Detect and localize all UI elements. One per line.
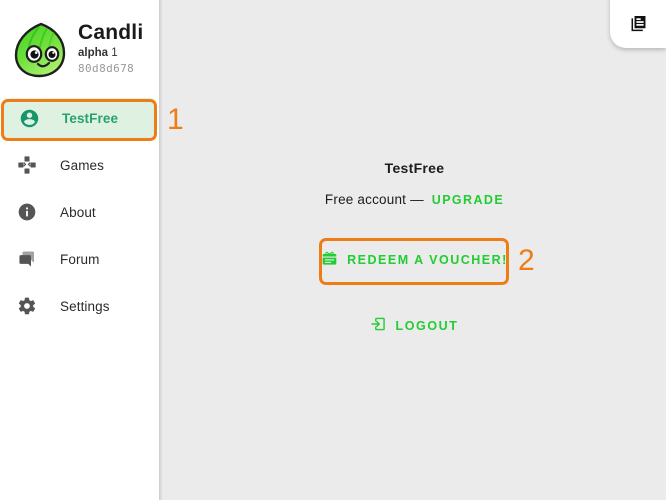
sidebar-item-label: About [60, 204, 96, 220]
account-type-row: Free account — UPGRADE [163, 192, 666, 207]
gamepad-dpad-icon [14, 155, 40, 175]
sidebar-item-about[interactable]: About [2, 192, 157, 232]
sidebar-item-games[interactable]: Games [2, 145, 157, 185]
library-button[interactable] [610, 0, 666, 48]
account-name: TestFree [384, 160, 445, 176]
version-channel: alpha [78, 46, 109, 59]
brand-header: Candli alpha 1 80d8d678 [0, 0, 159, 86]
sidebar-item-testfree[interactable]: TestFree [4, 98, 155, 138]
logout-button[interactable]: LOGOUT [360, 310, 468, 341]
logout-row: LOGOUT [163, 310, 666, 341]
sidebar: Candli alpha 1 80d8d678 TestFree Games A… [0, 0, 159, 500]
account-panel: TestFree Free account — UPGRADE REDEEM A … [163, 160, 666, 341]
app-version: alpha 1 [78, 45, 143, 61]
sidebar-item-settings[interactable]: Settings [2, 286, 157, 326]
sidebar-item-label: TestFree [62, 110, 119, 126]
logout-label: LOGOUT [395, 318, 459, 333]
app-window: Candli alpha 1 80d8d678 TestFree Games A… [0, 0, 666, 500]
upgrade-link[interactable]: UPGRADE [432, 193, 504, 207]
account-circle-icon [16, 108, 42, 129]
voucher-row: REDEEM A VOUCHER! [163, 241, 666, 279]
app-title: Candli [78, 20, 144, 44]
sidebar-item-label: Games [60, 157, 105, 173]
build-hash: 80d8d678 [78, 61, 135, 75]
green-leaf-mascot-logo [8, 18, 72, 82]
library-documents-icon [629, 14, 648, 38]
version-number: 1 [111, 46, 118, 59]
redeem-voucher-button[interactable]: REDEEM A VOUCHER! [305, 241, 524, 279]
sidebar-nav: TestFree Games About Forum Settings [0, 98, 159, 326]
chat-bubbles-icon [14, 249, 40, 269]
exit-arrow-icon [370, 316, 386, 335]
sidebar-item-label: Forum [60, 251, 100, 267]
sidebar-item-forum[interactable]: Forum [2, 239, 157, 279]
gift-card-redeem-icon [321, 250, 338, 270]
gear-icon [14, 296, 40, 316]
info-circle-icon [14, 202, 40, 222]
brand-text-block: Candli alpha 1 80d8d678 [72, 21, 143, 80]
redeem-voucher-label: REDEEM A VOUCHER! [347, 253, 508, 267]
sidebar-item-label: Settings [60, 298, 110, 314]
account-type-text: Free account — [324, 192, 424, 207]
sidebar-divider [159, 0, 163, 500]
main-content: TestFree Free account — UPGRADE REDEEM A … [163, 0, 666, 500]
